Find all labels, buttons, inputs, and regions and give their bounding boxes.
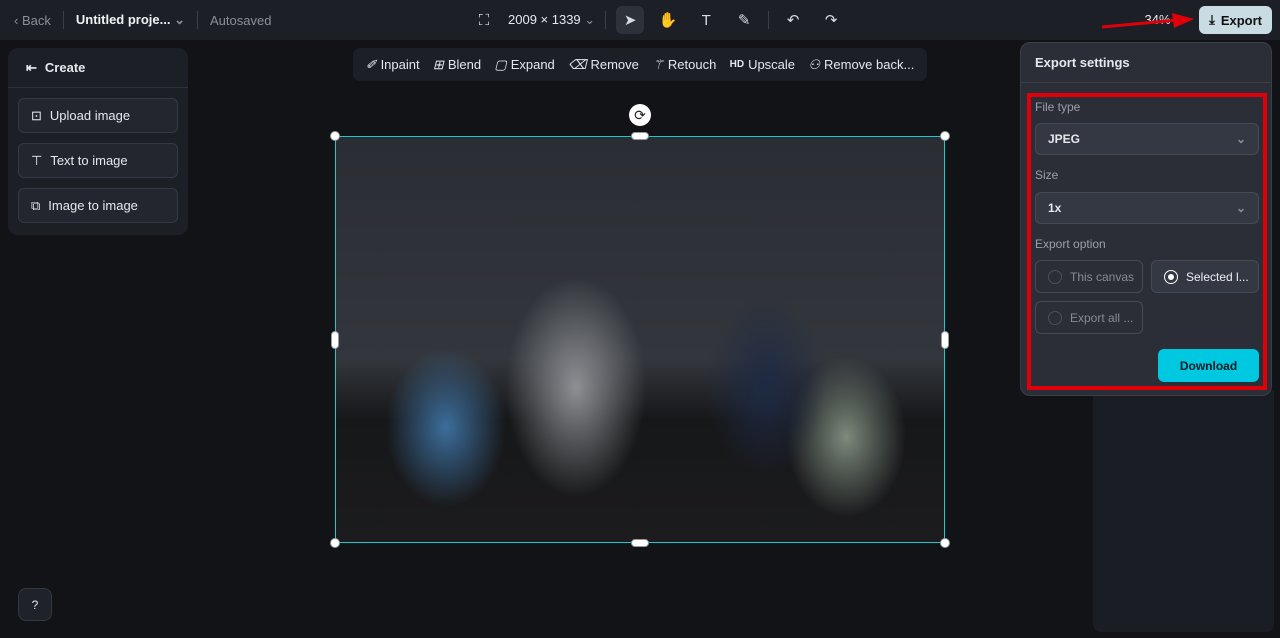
canvas-size-dropdown[interactable]: 2009 × 1339 ⌄ — [508, 12, 595, 28]
blend-icon: ⊞ — [432, 56, 444, 72]
tool-upscale[interactable]: HD Upscale — [730, 57, 795, 72]
wand-icon: ⚚ — [652, 56, 664, 72]
panel-title: Export settings — [1021, 43, 1271, 83]
tool-expand[interactable]: ▢ Expand — [494, 57, 554, 73]
redo-icon[interactable]: ↷ — [817, 6, 845, 34]
expand-icon: ▢ — [494, 56, 507, 72]
project-name-dropdown[interactable]: Untitled proje... ⌄ — [76, 12, 185, 28]
export-settings-panel: Export settings File type JPEG ⌄ Size 1x ⌄… — [1020, 42, 1272, 396]
rotate-handle-icon[interactable]: ⟳ — [629, 104, 651, 126]
button-label: Image to image — [48, 198, 138, 213]
chevron-down-icon: ⌄ — [584, 12, 596, 27]
export-button[interactable]: ⤓ Export — [1199, 6, 1272, 34]
divider — [197, 11, 199, 29]
tool-blend[interactable]: ⊞ Blend — [433, 57, 481, 73]
tool-label: Inpaint — [380, 57, 420, 72]
create-title: Create — [44, 60, 86, 75]
back-label: Back — [21, 12, 51, 28]
create-header[interactable]: ⇤ Create — [8, 48, 188, 88]
person-icon: ⚇ — [808, 56, 820, 72]
annotation-arrow-icon — [1102, 13, 1194, 29]
resize-handle[interactable] — [631, 132, 649, 140]
text-to-image-icon: ⊤ — [31, 152, 43, 168]
back-button[interactable]: ‹ Back — [14, 13, 51, 28]
resize-icon[interactable]: ⛶ — [470, 6, 498, 34]
select-tool-icon[interactable]: ➤ — [616, 6, 645, 34]
upload-image-button[interactable]: ⊡ Upload image — [18, 98, 178, 133]
export-label: Export — [1220, 12, 1262, 28]
text-tool-icon[interactable]: T — [692, 6, 720, 34]
divider — [62, 11, 64, 29]
button-label: Text to image — [50, 153, 128, 168]
resize-handle[interactable] — [331, 331, 339, 349]
resize-handle[interactable] — [941, 331, 949, 349]
tool-retouch[interactable]: ⚚ Retouch — [652, 57, 716, 73]
inpaint-icon: ✐ — [365, 56, 377, 72]
text-to-image-button[interactable]: ⊤ Text to image — [18, 143, 178, 178]
tool-label: Expand — [510, 57, 555, 72]
resize-handle[interactable] — [330, 131, 340, 141]
upload-image-icon: ⊡ — [31, 107, 42, 123]
tool-label: Retouch — [667, 57, 717, 72]
undo-icon[interactable]: ↶ — [779, 6, 807, 34]
divider — [605, 11, 607, 29]
collapse-icon: ⇤ — [26, 59, 37, 75]
resize-handle[interactable] — [940, 538, 950, 548]
eraser-icon: ⌫ — [568, 56, 587, 72]
divider — [768, 11, 770, 29]
resize-handle[interactable] — [940, 131, 950, 141]
tool-label: Blend — [447, 57, 482, 72]
annotation-highlight-box — [1027, 93, 1267, 390]
right-sidebar — [1093, 390, 1274, 632]
canvas-size: 2009 × 1339 — [508, 12, 581, 27]
tool-inpaint[interactable]: ✐ Inpaint — [366, 57, 420, 73]
button-label: Upload image — [49, 108, 131, 123]
tool-remove-background[interactable]: ⚇ Remove back... — [808, 57, 914, 73]
tool-label: Remove back... — [824, 57, 915, 72]
top-bar: ‹ Back Untitled proje... ⌄ Autosaved ⛶ 2… — [0, 0, 1280, 40]
tool-label: Remove — [590, 57, 639, 72]
resize-handle[interactable] — [330, 538, 340, 548]
project-name: Untitled proje... — [75, 12, 171, 27]
canvas-image[interactable] — [335, 136, 945, 543]
image-to-image-button[interactable]: ⧉ Image to image — [18, 188, 178, 223]
tool-label: Upscale — [748, 57, 796, 72]
autosave-status: Autosaved — [210, 12, 272, 28]
hd-icon: HD — [729, 59, 745, 70]
help-icon[interactable]: ? — [18, 588, 52, 621]
brush-tool-icon[interactable]: ✎ — [730, 6, 758, 34]
office-photo — [336, 137, 944, 542]
create-panel: ⇤ Create ⊡ Upload image ⊤ Text to image ⧉ Im… — [8, 48, 188, 235]
tool-remove[interactable]: ⌫ Remove — [568, 57, 639, 73]
resize-handle[interactable] — [631, 539, 649, 547]
chevron-down-icon: ⌄ — [174, 12, 186, 27]
hand-tool-icon[interactable]: ✋ — [654, 6, 682, 34]
edit-toolbar: ✐ Inpaint ⊞ Blend ▢ Expand ⌫ Remove ⚚ Retouch… — [353, 48, 927, 81]
image-to-image-icon: ⧉ — [31, 197, 41, 213]
download-icon: ⤓ — [1209, 12, 1215, 27]
